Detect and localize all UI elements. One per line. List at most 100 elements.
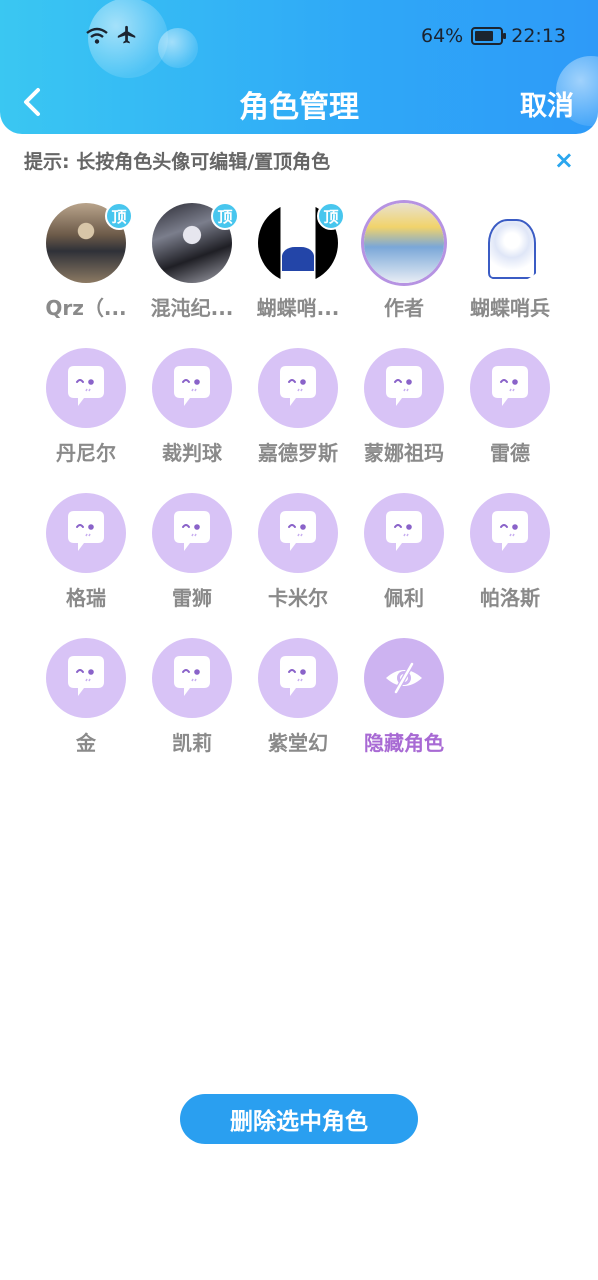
character-item[interactable]: 嘉德罗斯	[245, 345, 351, 466]
default-avatar	[152, 348, 232, 428]
character-name: 金	[76, 731, 96, 755]
chat-bubble-face-icon	[492, 511, 528, 551]
wifi-icon	[86, 27, 108, 44]
avatar-wrap	[361, 345, 447, 431]
battery-icon	[471, 27, 507, 45]
avatar	[364, 203, 444, 283]
character-item[interactable]: 雷狮	[139, 490, 245, 611]
default-avatar	[258, 493, 338, 573]
avatar-wrap	[43, 490, 129, 576]
character-grid: 顶 Qrz（... 顶 混沌纪... 顶 蝴蝶哨... 作者 蝴蝶哨兵 丹尼尔 …	[33, 200, 565, 756]
avatar-wrap: 顶	[149, 200, 239, 286]
default-avatar	[258, 638, 338, 718]
character-name: 佩利	[384, 586, 424, 610]
character-item[interactable]: 卡米尔	[245, 490, 351, 611]
character-item[interactable]: 蝴蝶哨兵	[457, 200, 563, 321]
hidden-roles-button[interactable]: 隐藏角色	[351, 635, 457, 756]
character-name: 混沌纪...	[150, 296, 234, 320]
chat-bubble-face-icon	[174, 656, 210, 696]
default-avatar	[364, 348, 444, 428]
status-right: 64% 22:13	[421, 22, 566, 50]
pinned-badge: 顶	[105, 202, 133, 230]
character-name: 凯莉	[172, 731, 212, 755]
avatar-wrap: 顶	[43, 200, 133, 286]
chat-bubble-face-icon	[280, 511, 316, 551]
avatar-wrap	[255, 345, 341, 431]
character-name: Qrz（...	[45, 296, 127, 320]
default-avatar	[46, 638, 126, 718]
avatar-wrap: 顶	[255, 200, 345, 286]
character-name: 蝴蝶哨兵	[470, 296, 550, 320]
eye-off-icon	[386, 662, 422, 694]
avatar	[470, 203, 550, 283]
character-item[interactable]: 帕洛斯	[457, 490, 563, 611]
avatar-wrap	[361, 635, 447, 721]
character-name: 卡米尔	[268, 586, 328, 610]
default-avatar	[152, 638, 232, 718]
avatar-wrap	[149, 635, 235, 721]
chat-bubble-face-icon	[280, 656, 316, 696]
character-item[interactable]: 顶 Qrz（...	[33, 200, 139, 321]
default-avatar	[46, 348, 126, 428]
close-hint-button[interactable]: ×	[554, 146, 574, 174]
delete-selected-button[interactable]: 删除选中角色	[180, 1094, 418, 1144]
character-item[interactable]: 蒙娜祖玛	[351, 345, 457, 466]
character-name: 嘉德罗斯	[258, 441, 338, 465]
character-name: 雷德	[490, 441, 530, 465]
character-item[interactable]: 格瑞	[33, 490, 139, 611]
character-item[interactable]: 裁判球	[139, 345, 245, 466]
hint-text: 提示: 长按角色头像可编辑/置顶角色	[24, 151, 331, 173]
pinned-badge: 顶	[317, 202, 345, 230]
chat-bubble-face-icon	[492, 366, 528, 406]
clock: 22:13	[511, 25, 566, 47]
page-title: 角色管理	[239, 90, 359, 125]
hidden-roles-circle	[364, 638, 444, 718]
cancel-button[interactable]: 取消	[520, 84, 574, 123]
character-name: 雷狮	[172, 586, 212, 610]
character-item[interactable]: 佩利	[351, 490, 457, 611]
hidden-roles-label: 隐藏角色	[364, 731, 444, 755]
pinned-badge: 顶	[211, 202, 239, 230]
character-item[interactable]: 金	[33, 635, 139, 756]
avatar-wrap	[361, 200, 447, 286]
character-item[interactable]: 顶 蝴蝶哨...	[245, 200, 351, 321]
airplane-icon	[117, 25, 136, 44]
character-name: 紫堂幻	[268, 731, 328, 755]
character-name: 蒙娜祖玛	[364, 441, 444, 465]
avatar-wrap	[255, 635, 341, 721]
default-avatar	[470, 348, 550, 428]
character-name: 帕洛斯	[480, 586, 540, 610]
default-avatar	[46, 493, 126, 573]
avatar-wrap	[43, 345, 129, 431]
avatar-wrap	[149, 345, 235, 431]
character-item-selected[interactable]: 作者	[351, 200, 457, 321]
character-item[interactable]: 雷德	[457, 345, 563, 466]
character-management-screen: 64% 22:13 角色管理 取消 提示: 长按角色头像可编辑/置顶角色 × 顶…	[0, 0, 598, 1280]
default-avatar	[152, 493, 232, 573]
avatar-wrap	[43, 635, 129, 721]
character-name: 裁判球	[162, 441, 222, 465]
character-item[interactable]: 丹尼尔	[33, 345, 139, 466]
default-avatar	[470, 493, 550, 573]
default-avatar	[364, 493, 444, 573]
chat-bubble-face-icon	[174, 511, 210, 551]
character-item[interactable]: 凯莉	[139, 635, 245, 756]
character-item[interactable]: 顶 混沌纪...	[139, 200, 245, 321]
avatar-wrap	[361, 490, 447, 576]
character-name: 蝴蝶哨...	[256, 296, 340, 320]
character-name: 丹尼尔	[56, 441, 116, 465]
chat-bubble-face-icon	[68, 366, 104, 406]
chat-bubble-face-icon	[68, 511, 104, 551]
chat-bubble-face-icon	[386, 366, 422, 406]
chat-bubble-face-icon	[386, 511, 422, 551]
chat-bubble-face-icon	[174, 366, 210, 406]
character-name: 格瑞	[66, 586, 106, 610]
avatar-wrap	[467, 490, 553, 576]
chat-bubble-face-icon	[68, 656, 104, 696]
avatar-wrap	[467, 200, 553, 286]
chat-bubble-face-icon	[280, 366, 316, 406]
character-item[interactable]: 紫堂幻	[245, 635, 351, 756]
default-avatar	[258, 348, 338, 428]
character-name: 作者	[384, 296, 424, 320]
decor-bubble	[158, 28, 198, 68]
